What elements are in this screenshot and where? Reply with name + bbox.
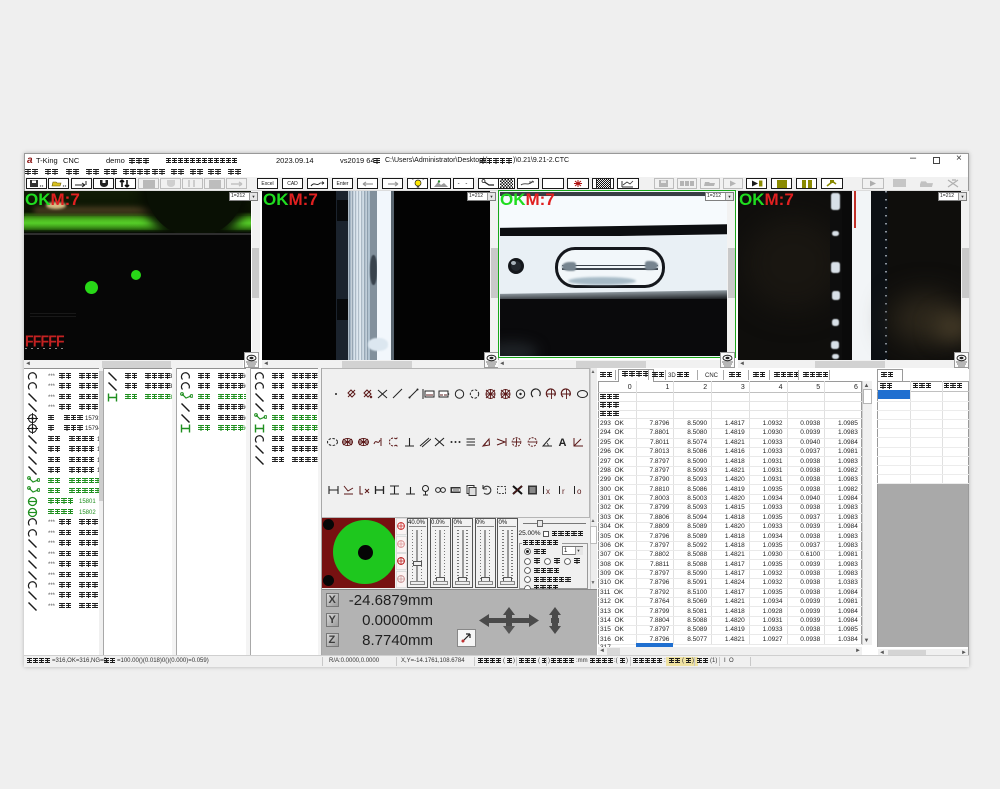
svg-text:o: o <box>577 487 582 496</box>
svg-text:A: A <box>559 437 567 448</box>
svg-text:r: r <box>562 487 565 496</box>
svg-text:x: x <box>546 487 550 496</box>
